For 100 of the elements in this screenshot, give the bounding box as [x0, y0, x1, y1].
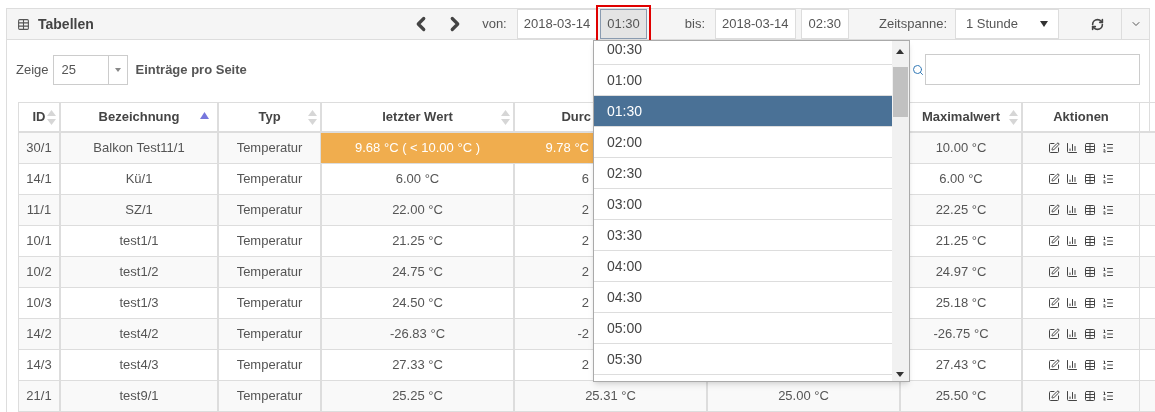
table-cell: 2 [581, 357, 589, 373]
table-icon[interactable] [1084, 359, 1096, 371]
list-icon[interactable] [1102, 297, 1114, 309]
bar-chart-icon[interactable] [1066, 328, 1078, 340]
search-icon [912, 64, 924, 76]
time-option[interactable]: 04:30 [594, 282, 892, 313]
edit-icon[interactable] [1048, 297, 1060, 309]
edit-icon[interactable] [1048, 266, 1060, 278]
column-header[interactable]: Durc [561, 109, 591, 125]
table-icon[interactable] [1084, 266, 1096, 278]
table-cell: 2 [581, 295, 589, 311]
table-cell-text: 25.31 °C [585, 387, 636, 406]
list-icon[interactable] [1102, 235, 1114, 247]
scroll-up-icon[interactable] [896, 49, 904, 54]
table-cell-text: 10/2 [26, 263, 52, 282]
time-option[interactable]: 03:30 [594, 220, 892, 251]
panel-title: Tabellen [38, 14, 94, 34]
table-cell-text: 27.43 °C [935, 356, 987, 375]
column-header: Aktionen [1053, 108, 1109, 127]
list-icon[interactable] [1102, 142, 1114, 154]
bar-chart-icon[interactable] [1066, 266, 1078, 278]
table-cell-text: 21.25 °C [392, 232, 443, 251]
table-icon[interactable] [1084, 142, 1096, 154]
edit-icon[interactable] [1048, 328, 1060, 340]
list-icon[interactable] [1102, 266, 1114, 278]
table-icon[interactable] [1084, 204, 1096, 216]
edit-icon[interactable] [1048, 204, 1060, 216]
table-icon[interactable] [1084, 328, 1096, 340]
time-option[interactable]: 02:30 [594, 158, 892, 189]
date-field[interactable]: 2018-03-14 [516, 9, 598, 39]
table-icon[interactable] [1084, 390, 1096, 402]
bar-chart-icon[interactable] [1066, 297, 1078, 309]
bar-chart-icon[interactable] [1066, 235, 1078, 247]
table-icon [17, 17, 30, 31]
table-cell-text: 10.00 °C [935, 139, 987, 158]
scroll-down-icon[interactable] [896, 372, 904, 377]
table-cell-text: test9/1 [119, 387, 159, 406]
caret-icon [1040, 21, 1048, 27]
table-cell-text: 10/1 [26, 232, 52, 251]
column-header[interactable]: Maximalwert [921, 107, 1000, 127]
table-cell-text: test4/3 [119, 356, 159, 375]
table-cell-text: 24.75 °C [392, 263, 443, 282]
table-cell-text: 22.25 °C [935, 201, 987, 220]
scrollbar-thumb[interactable] [893, 67, 908, 117]
table-cell-text: 11/1 [26, 201, 52, 220]
bis-label: bis: [684, 15, 705, 34]
table-cell-text: Temperatur [236, 387, 303, 406]
edit-icon[interactable] [1048, 142, 1060, 154]
table-cell-text: Temperatur [236, 139, 303, 158]
column-header[interactable]: letzter Wert [382, 107, 453, 127]
list-icon[interactable] [1102, 328, 1114, 340]
column-header[interactable]: Typ [258, 107, 281, 127]
column-header[interactable]: Bezeichnung [98, 107, 180, 127]
edit-icon[interactable] [1048, 173, 1060, 185]
page-length-select[interactable]: 25 [52, 55, 128, 85]
table-cell: 2 [581, 202, 589, 218]
list-icon[interactable] [1102, 359, 1114, 371]
table-cell-text: test1/2 [119, 263, 159, 282]
bar-chart-icon[interactable] [1066, 390, 1078, 402]
column-header[interactable]: ID [32, 107, 46, 127]
time-option[interactable]: 02:00 [594, 127, 892, 158]
time-option[interactable]: 05:00 [594, 313, 892, 344]
list-icon[interactable] [1102, 204, 1114, 216]
edit-icon[interactable] [1048, 359, 1060, 371]
table-cell-text: test4/2 [119, 325, 159, 344]
time-option[interactable]: 05:30 [594, 344, 892, 375]
bar-chart-icon[interactable] [1066, 204, 1078, 216]
bar-chart-icon[interactable] [1066, 359, 1078, 371]
table-cell-text: test1/1 [119, 232, 159, 251]
table-cell: 2 [581, 264, 589, 280]
table-cell-text: 14/1 [26, 170, 52, 189]
table-cell-text: Temperatur [236, 294, 303, 313]
table-cell-text: 25.50 °C [935, 387, 987, 406]
table-cell-text: Temperatur [236, 263, 303, 282]
time-option[interactable]: 01:30 [594, 96, 892, 127]
list-icon[interactable] [1102, 173, 1114, 185]
time-option[interactable]: 00:30 [594, 41, 892, 65]
time-field[interactable]: 02:30 [800, 9, 850, 39]
table-cell-text: 21.25 °C [935, 232, 987, 251]
bar-chart-icon[interactable] [1066, 142, 1078, 154]
table-cell-text: Kü/1 [125, 170, 153, 189]
search-field[interactable] [925, 54, 1140, 85]
table-cell-text: 30/1 [26, 139, 52, 158]
list-icon[interactable] [1102, 390, 1114, 402]
entries-label: Einträge pro Seite [135, 61, 247, 80]
time-option[interactable]: 01:00 [594, 65, 892, 96]
date-field[interactable]: 2018-03-14 [715, 9, 796, 39]
table-cell: 6 [581, 171, 589, 187]
edit-icon[interactable] [1048, 235, 1060, 247]
table-icon[interactable] [1084, 235, 1096, 247]
table-cell: 2 [581, 233, 589, 249]
table-icon[interactable] [1084, 173, 1096, 185]
table-cell-text: test1/3 [119, 294, 159, 313]
time-option[interactable]: 04:00 [594, 251, 892, 282]
table-icon[interactable] [1084, 297, 1096, 309]
bar-chart-icon[interactable] [1066, 173, 1078, 185]
scrollbar[interactable] [892, 41, 909, 381]
time-option[interactable]: 03:00 [594, 189, 892, 220]
timespan-select[interactable]: 1 Stunde [955, 9, 1059, 39]
edit-icon[interactable] [1048, 390, 1060, 402]
